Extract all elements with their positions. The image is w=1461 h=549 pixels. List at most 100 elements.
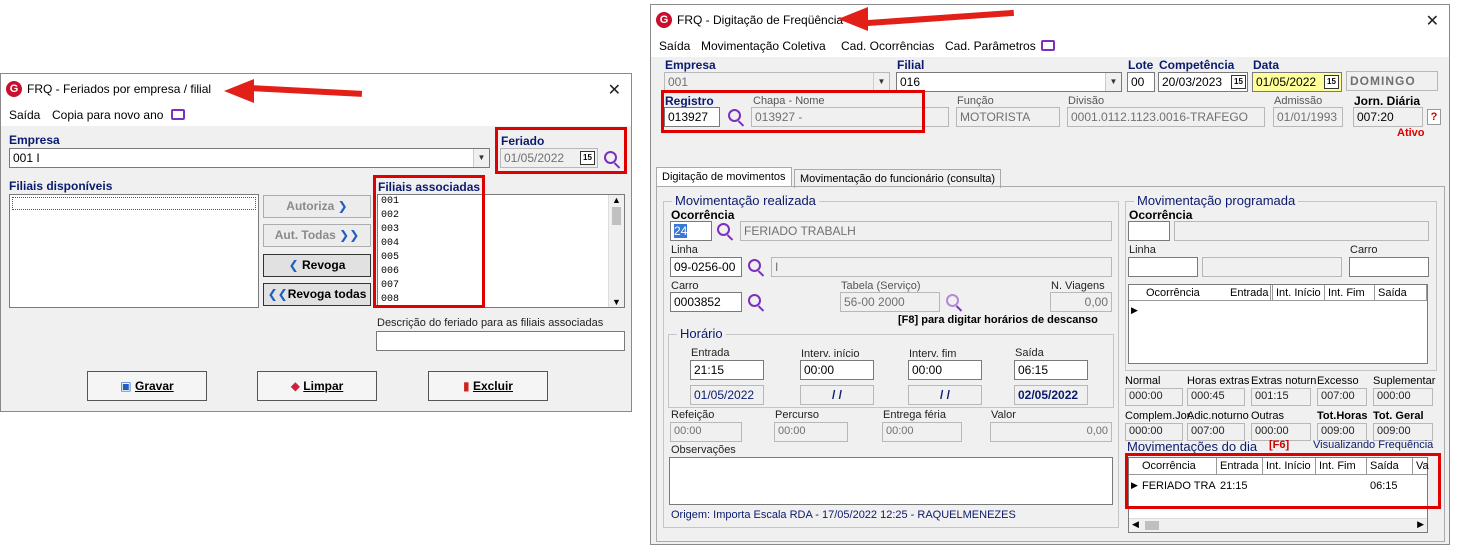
tabela-field: 56-00 2000 [840, 292, 940, 312]
entrada-label: Entrada [691, 347, 730, 359]
menu-movimentacao-coletiva[interactable]: Movimentação Coletiva [701, 39, 826, 53]
help-button[interactable]: ? [1427, 109, 1441, 125]
prog-col-entrada: Entrada [1227, 285, 1273, 301]
entrega-field: 00:00 [882, 422, 962, 442]
f8-hint: [F8] para digitar horários de descanso [898, 314, 1098, 326]
search-icon[interactable] [946, 294, 959, 307]
prog-grid-header: Ocorrência Entrada Int. Início Int. Fim … [1129, 285, 1427, 301]
linha-input[interactable]: 09-0256-00 [670, 257, 742, 277]
search-icon[interactable] [748, 294, 761, 307]
highlight-box [1125, 453, 1441, 509]
chevron-down-icon[interactable]: ▼ [473, 149, 489, 167]
calendar-icon[interactable]: 15 [1231, 75, 1246, 89]
menu-cad-ocorrencias[interactable]: Cad. Ocorrências [841, 39, 934, 53]
carro-label: Carro [671, 280, 699, 292]
admissao-field: 01/01/1993 [1273, 107, 1343, 127]
f6-hint: [F6] [1269, 439, 1290, 451]
empresa-label: Empresa [665, 58, 716, 72]
menu-saida[interactable]: Saída [659, 39, 690, 53]
horizontal-scrollbar[interactable]: ◀ ▶ [1129, 518, 1427, 532]
prog-linha-input[interactable] [1128, 257, 1198, 277]
menu-copia[interactable]: Copia para novo ano [52, 108, 163, 122]
saida-input[interactable]: 06:15 [1014, 360, 1088, 380]
competencia-label: Competência [1159, 58, 1235, 72]
annotation-arrow-head [224, 79, 254, 103]
prog-ocorrencia-desc [1174, 221, 1429, 241]
prog-ocorrencia-input[interactable] [1128, 221, 1170, 241]
menu-saida[interactable]: Saída [9, 108, 40, 122]
chevron-up-icon[interactable]: ▲ [609, 195, 624, 205]
ocorrencia-label: Ocorrência [671, 208, 735, 222]
chevron-right-icon[interactable]: ▶ [1417, 519, 1424, 530]
linha-label: Linha [671, 244, 698, 256]
filiais-disponiveis-list[interactable] [9, 194, 259, 308]
empresa-value: 001 I [13, 151, 40, 165]
funcao-label: Função [957, 95, 994, 107]
annotation-arrow-head [838, 7, 868, 31]
monitor-icon[interactable] [171, 109, 185, 120]
interv-inicio-label: Interv. início [801, 348, 860, 360]
prog-grid[interactable]: Ocorrência Entrada Int. Início Int. Fim … [1128, 284, 1428, 364]
jornada-field: 007:20 [1353, 107, 1423, 127]
percurso-label: Percurso [775, 409, 820, 421]
revoga-todas-button[interactable]: ❮❮Revoga todas [263, 283, 371, 306]
revoga-button[interactable]: ❮ Revoga [263, 254, 371, 277]
descricao-input[interactable] [376, 331, 625, 351]
scrollbar[interactable]: ▲ ▼ [608, 195, 624, 307]
excluir-button[interactable]: ▮ Excluir [428, 371, 548, 401]
lote-input[interactable]: 00 [1127, 72, 1155, 92]
empresa-select[interactable]: 001 ▼ [664, 72, 890, 92]
search-icon[interactable] [717, 223, 730, 236]
highlight-box [495, 127, 627, 174]
calendar-icon[interactable]: 15 [1324, 75, 1339, 89]
chevron-down-icon[interactable]: ▼ [609, 297, 624, 307]
aut-todas-button[interactable]: Aut. Todas ❯❯ [263, 224, 371, 247]
funcao-field: MOTORISTA [956, 107, 1060, 127]
scroll-thumb[interactable] [612, 207, 621, 225]
valor-field: 0,00 [990, 422, 1112, 442]
filial-select[interactable]: 016 ▼ [896, 72, 1122, 92]
observacoes-textarea[interactable] [669, 457, 1113, 505]
total-label: Tot.Horas [1317, 410, 1368, 422]
saida-date: 02/05/2022 [1014, 385, 1088, 405]
chevron-down-icon[interactable]: ▼ [873, 73, 889, 91]
frequencia-window: G FRQ - Digitação de Freqüência ✕ Saída … [650, 4, 1450, 545]
prog-carro-input[interactable] [1349, 257, 1429, 277]
search-icon[interactable] [748, 259, 761, 272]
chevron-left-icon[interactable]: ◀ [1132, 519, 1139, 530]
ocorrencia-code-input[interactable]: 24 [670, 221, 712, 241]
prog-ocorrencia-label: Ocorrência [1129, 208, 1193, 222]
total-label: Extras noturn [1251, 375, 1317, 387]
carro-input[interactable]: 0003852 [670, 292, 742, 312]
descricao-label: Descrição do feriado para as filiais ass… [377, 317, 604, 329]
close-icon[interactable]: ✕ [608, 80, 621, 100]
close-icon[interactable]: ✕ [1426, 11, 1439, 31]
admissao-label: Admissão [1274, 95, 1323, 107]
interv-inicio-input[interactable]: 00:00 [800, 360, 874, 380]
divisao-label: Divisão [1068, 95, 1105, 107]
entrada-date: 01/05/2022 [690, 385, 764, 405]
app-logo-icon: G [656, 12, 672, 28]
row-pointer-icon: ▶ [1131, 305, 1138, 315]
menu-cad-parametros[interactable]: Cad. Parâmetros [945, 39, 1036, 53]
total-value: 000:00 [1125, 388, 1183, 406]
scroll-thumb[interactable] [1145, 521, 1159, 530]
gravar-button[interactable]: ▣ Gravar [87, 371, 207, 401]
entrada-input[interactable]: 21:15 [690, 360, 764, 380]
chevron-down-icon[interactable]: ▼ [1105, 73, 1121, 91]
mov-programada-title: Movimentação programada [1134, 193, 1299, 208]
tab-digitacao[interactable]: Digitação de movimentos [656, 167, 792, 186]
refeicao-label: Refeição [671, 409, 715, 421]
empresa-select[interactable]: 001 I ▼ [9, 148, 490, 168]
total-label: Horas extras [1187, 375, 1250, 387]
interv-fim-input[interactable]: 00:00 [908, 360, 982, 380]
autoriza-button[interactable]: Autoriza ❯ [263, 195, 371, 218]
list-focus-row [12, 197, 256, 210]
monitor-icon[interactable] [1041, 40, 1055, 51]
limpar-button[interactable]: ◆ Limpar [257, 371, 377, 401]
interv-fim-label: Interv. fim [909, 348, 957, 360]
prog-col-int-inicio: Int. Início [1273, 285, 1325, 301]
nviagens-field: 0,00 [1050, 292, 1112, 312]
percurso-field: 00:00 [774, 422, 848, 442]
total-value: 000:00 [1373, 388, 1433, 406]
